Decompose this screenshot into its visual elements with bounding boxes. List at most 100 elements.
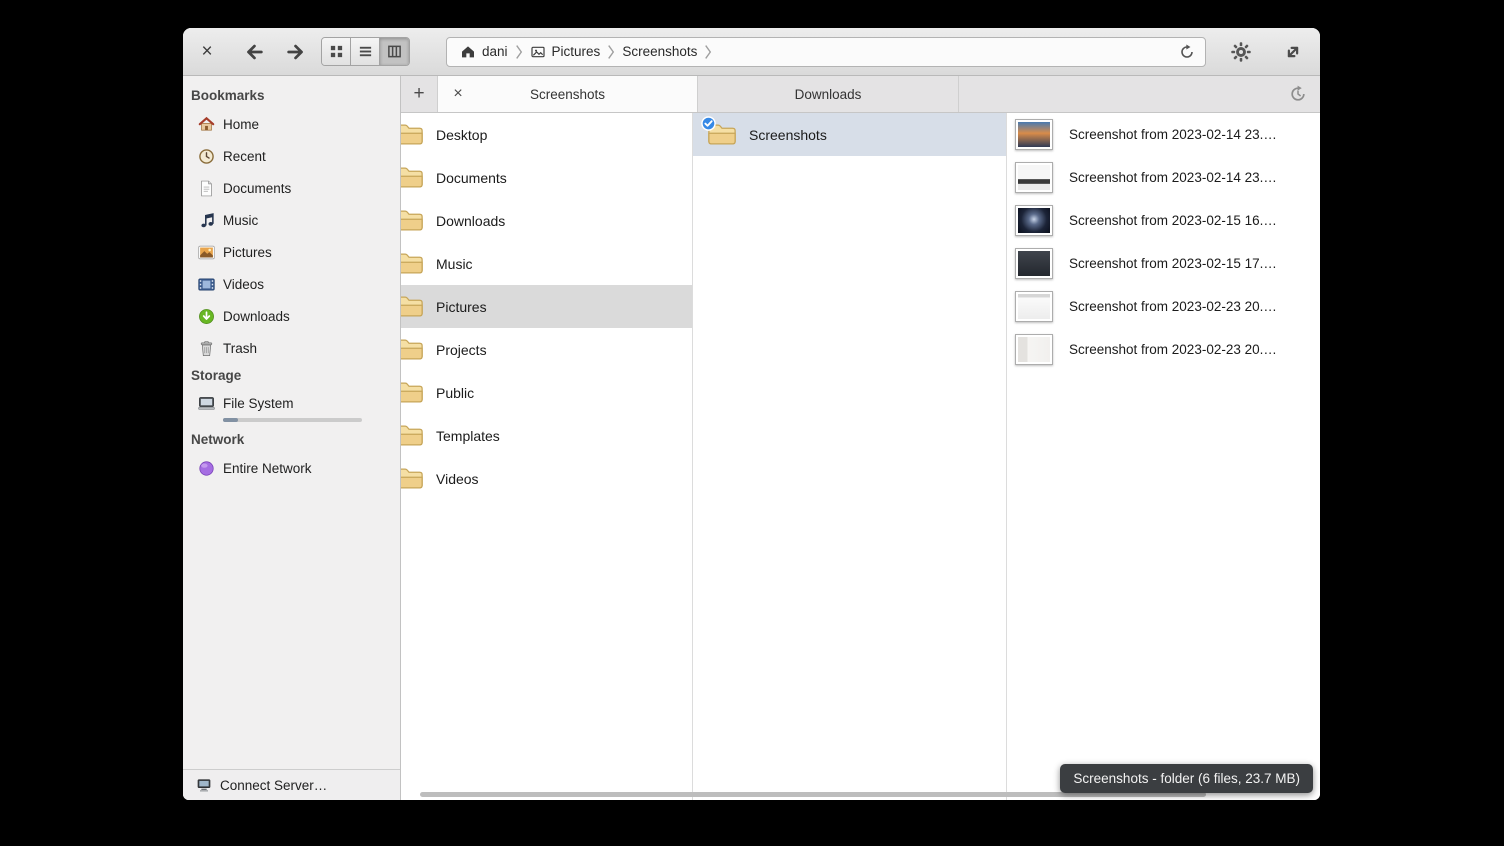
forward-button[interactable] <box>285 41 307 63</box>
breadcrumb-label: dani <box>482 44 508 59</box>
file-thumbnail <box>1015 162 1053 193</box>
folder-row-videos[interactable]: Videos <box>401 457 692 500</box>
grid-view-icon <box>329 44 344 59</box>
connect-server-label: Connect Server… <box>220 778 327 793</box>
tab-screenshots[interactable]: × Screenshots <box>437 76 698 112</box>
breadcrumb-separator-icon <box>515 38 523 66</box>
tab-downloads[interactable]: Downloads <box>698 76 959 112</box>
file-thumbnail <box>1015 248 1053 279</box>
sidebar-item-label: Pictures <box>223 245 272 260</box>
file-name: Screenshot from 2023-02-14 23.… <box>1069 170 1277 185</box>
folder-icon <box>401 337 424 362</box>
breadcrumb-screenshots[interactable]: Screenshots <box>615 38 704 66</box>
file-name: Screenshot from 2023-02-23 20.… <box>1069 342 1277 357</box>
pathbar[interactable]: dani Pictures Screenshots <box>446 37 1206 67</box>
folder-row-documents[interactable]: Documents <box>401 156 692 199</box>
file-thumbnail <box>1015 334 1053 365</box>
sidebar-item-videos[interactable]: Videos <box>183 268 400 300</box>
pictures-icon <box>530 44 546 60</box>
sidebar-item-home[interactable]: Home <box>183 108 400 140</box>
folder-name: Templates <box>436 428 500 444</box>
sidebar-item-trash[interactable]: Trash <box>183 332 400 364</box>
folder-icon <box>401 251 424 276</box>
folder-row-screenshots[interactable]: Screenshots <box>693 113 1006 156</box>
file-row[interactable]: Screenshot from 2023-02-14 23.… <box>1007 113 1320 156</box>
file-name: Screenshot from 2023-02-15 17.… <box>1069 256 1277 271</box>
headerbar: × dani Pictures Screenshots <box>183 28 1320 76</box>
sidebar-item-entire-network[interactable]: Entire Network <box>183 452 400 484</box>
home-icon <box>460 44 476 60</box>
download-circle-icon <box>198 308 215 325</box>
sidebar-item-music[interactable]: Music <box>183 204 400 236</box>
sidebar-item-label: Entire Network <box>223 461 312 476</box>
folder-name: Projects <box>436 342 487 358</box>
sidebar-item-label: Home <box>223 117 259 132</box>
fullscreen-button[interactable] <box>1278 37 1308 67</box>
folder-row-pictures[interactable]: Pictures <box>401 285 692 328</box>
refresh-button[interactable] <box>1173 38 1201 66</box>
tab-label: Downloads <box>795 87 862 102</box>
sidebar-item-file-system[interactable]: File System <box>183 388 400 418</box>
back-button[interactable] <box>243 41 265 63</box>
folder-icon <box>401 122 424 147</box>
settings-menu-button[interactable] <box>1226 37 1256 67</box>
breadcrumb-pictures[interactable]: Pictures <box>523 38 608 66</box>
sidebar-item-file-system-block: File System <box>183 388 400 428</box>
file-row[interactable]: Screenshot from 2023-02-14 23.… <box>1007 156 1320 199</box>
file-name: Screenshot from 2023-02-15 16.… <box>1069 213 1277 228</box>
sidebar-item-downloads[interactable]: Downloads <box>183 300 400 332</box>
history-icon <box>1288 84 1308 104</box>
folder-name: Music <box>436 256 473 272</box>
new-tab-button[interactable]: + <box>401 76 437 112</box>
file-row[interactable]: Screenshot from 2023-02-23 20.… <box>1007 285 1320 328</box>
grid-view-button[interactable] <box>322 38 351 65</box>
status-tooltip: Screenshots - folder (6 files, 23.7 MB) <box>1060 764 1313 793</box>
folder-row-public[interactable]: Public <box>401 371 692 414</box>
folder-row-music[interactable]: Music <box>401 242 692 285</box>
folder-row-templates[interactable]: Templates <box>401 414 692 457</box>
column-pictures: Screenshots <box>693 113 1007 800</box>
breadcrumb-label: Pictures <box>552 44 601 59</box>
sidebar-item-recent[interactable]: Recent <box>183 140 400 172</box>
tab-history-button[interactable] <box>1276 76 1320 112</box>
sidebar-section-bookmarks: Bookmarks <box>183 84 400 108</box>
folder-row-desktop[interactable]: Desktop <box>401 113 692 156</box>
window-close-button[interactable]: × <box>197 40 217 64</box>
sidebar-item-pictures[interactable]: Pictures <box>183 236 400 268</box>
folder-icon <box>401 380 424 405</box>
file-thumbnail <box>1015 119 1053 150</box>
column-view-button[interactable] <box>380 38 409 65</box>
file-name: Screenshot from 2023-02-14 23.… <box>1069 127 1277 142</box>
sidebar-section-storage: Storage <box>183 364 400 388</box>
tab-close-icon[interactable]: × <box>448 84 468 104</box>
column-screenshots: Screenshot from 2023-02-14 23.… Screensh… <box>1007 113 1320 800</box>
column-home: Desktop Documents Downloads Music <box>401 113 693 800</box>
column-view-icon <box>387 44 402 59</box>
folder-icon <box>401 208 424 233</box>
folder-name: Desktop <box>436 127 487 143</box>
breadcrumb-home[interactable]: dani <box>453 38 515 66</box>
folder-icon <box>401 165 424 190</box>
file-row[interactable]: Screenshot from 2023-02-15 16.… <box>1007 199 1320 242</box>
folder-icon <box>401 423 424 448</box>
folder-row-projects[interactable]: Projects <box>401 328 692 371</box>
file-row[interactable]: Screenshot from 2023-02-15 17.… <box>1007 242 1320 285</box>
file-row[interactable]: Screenshot from 2023-02-23 20.… <box>1007 328 1320 371</box>
sidebar-item-label: Downloads <box>223 309 290 324</box>
film-icon <box>198 276 215 293</box>
drive-icon <box>198 395 215 412</box>
file-thumbnail <box>1015 205 1053 236</box>
sidebar-item-documents[interactable]: Documents <box>183 172 400 204</box>
main-area: + × Screenshots Downloads Desktop <box>401 76 1320 800</box>
refresh-icon <box>1179 44 1195 60</box>
expand-icon <box>1282 41 1304 63</box>
list-view-button[interactable] <box>351 38 380 65</box>
folder-row-downloads[interactable]: Downloads <box>401 199 692 242</box>
network-globe-icon <box>198 460 215 477</box>
connect-server-button[interactable]: Connect Server… <box>183 769 400 800</box>
folder-icon <box>401 294 424 319</box>
sidebar-item-label: File System <box>223 396 294 411</box>
file-manager-window: × dani Pictures Screenshots <box>183 28 1320 800</box>
breadcrumb-separator-icon <box>704 38 712 66</box>
folder-name: Documents <box>436 170 507 186</box>
